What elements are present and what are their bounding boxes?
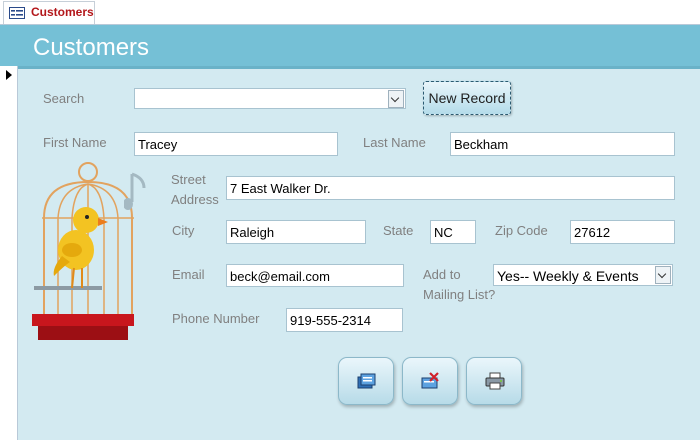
state-field[interactable]: NC bbox=[430, 220, 476, 244]
mailing-list-combobox[interactable]: Yes-- Weekly & Events bbox=[493, 264, 673, 286]
email-field[interactable]: beck@email.com bbox=[226, 264, 404, 287]
tab-label: Customers bbox=[31, 5, 94, 19]
new-record-button[interactable]: New Record bbox=[423, 81, 511, 115]
first-name-field[interactable]: Tracey bbox=[134, 132, 338, 156]
zip-code-field[interactable]: 27612 bbox=[570, 220, 675, 244]
document-tab-strip: Customers bbox=[0, 0, 700, 25]
music-note-icon bbox=[124, 172, 146, 210]
save-record-button[interactable] bbox=[338, 357, 394, 405]
delete-record-button[interactable] bbox=[402, 357, 458, 405]
search-combobox[interactable] bbox=[134, 88, 406, 109]
city-label: City bbox=[172, 223, 195, 238]
last-name-field[interactable]: Beckham bbox=[450, 132, 675, 156]
first-name-label: First Name bbox=[43, 135, 107, 150]
mailing-list-label-line2: Mailing List? bbox=[423, 287, 496, 302]
street-address-field[interactable]: 7 East Walker Dr. bbox=[226, 176, 675, 200]
current-record-arrow-icon bbox=[6, 70, 12, 80]
bird-icon bbox=[53, 207, 108, 289]
tab-customers[interactable]: Customers bbox=[3, 1, 95, 24]
city-field[interactable]: Raleigh bbox=[226, 220, 366, 244]
form-title: Customers bbox=[33, 34, 150, 61]
record-selector[interactable] bbox=[0, 66, 18, 440]
phone-number-label: Phone Number bbox=[172, 311, 260, 326]
email-label: Email bbox=[172, 267, 205, 282]
street-address-label-line2: Address bbox=[171, 192, 219, 207]
zip-code-label: Zip Code bbox=[495, 223, 548, 238]
form-header: Customers bbox=[0, 25, 700, 69]
print-button[interactable] bbox=[466, 357, 522, 405]
state-label: State bbox=[383, 223, 414, 238]
search-label: Search bbox=[43, 91, 85, 106]
search-dropdown-arrow-icon[interactable] bbox=[388, 90, 404, 108]
form-icon bbox=[9, 7, 25, 19]
mailing-list-value: Yes-- Weekly & Events bbox=[497, 268, 639, 284]
save-record-icon bbox=[357, 373, 376, 389]
print-icon bbox=[485, 372, 505, 390]
last-name-label: Last Name bbox=[363, 135, 426, 150]
mailing-list-dropdown-arrow-icon[interactable] bbox=[655, 266, 671, 284]
mailing-list-label-line1: Add to bbox=[423, 267, 461, 282]
phone-number-field[interactable]: 919-555-2314 bbox=[286, 308, 403, 332]
delete-record-icon bbox=[421, 372, 439, 389]
street-address-label-line1: Street bbox=[171, 172, 206, 187]
